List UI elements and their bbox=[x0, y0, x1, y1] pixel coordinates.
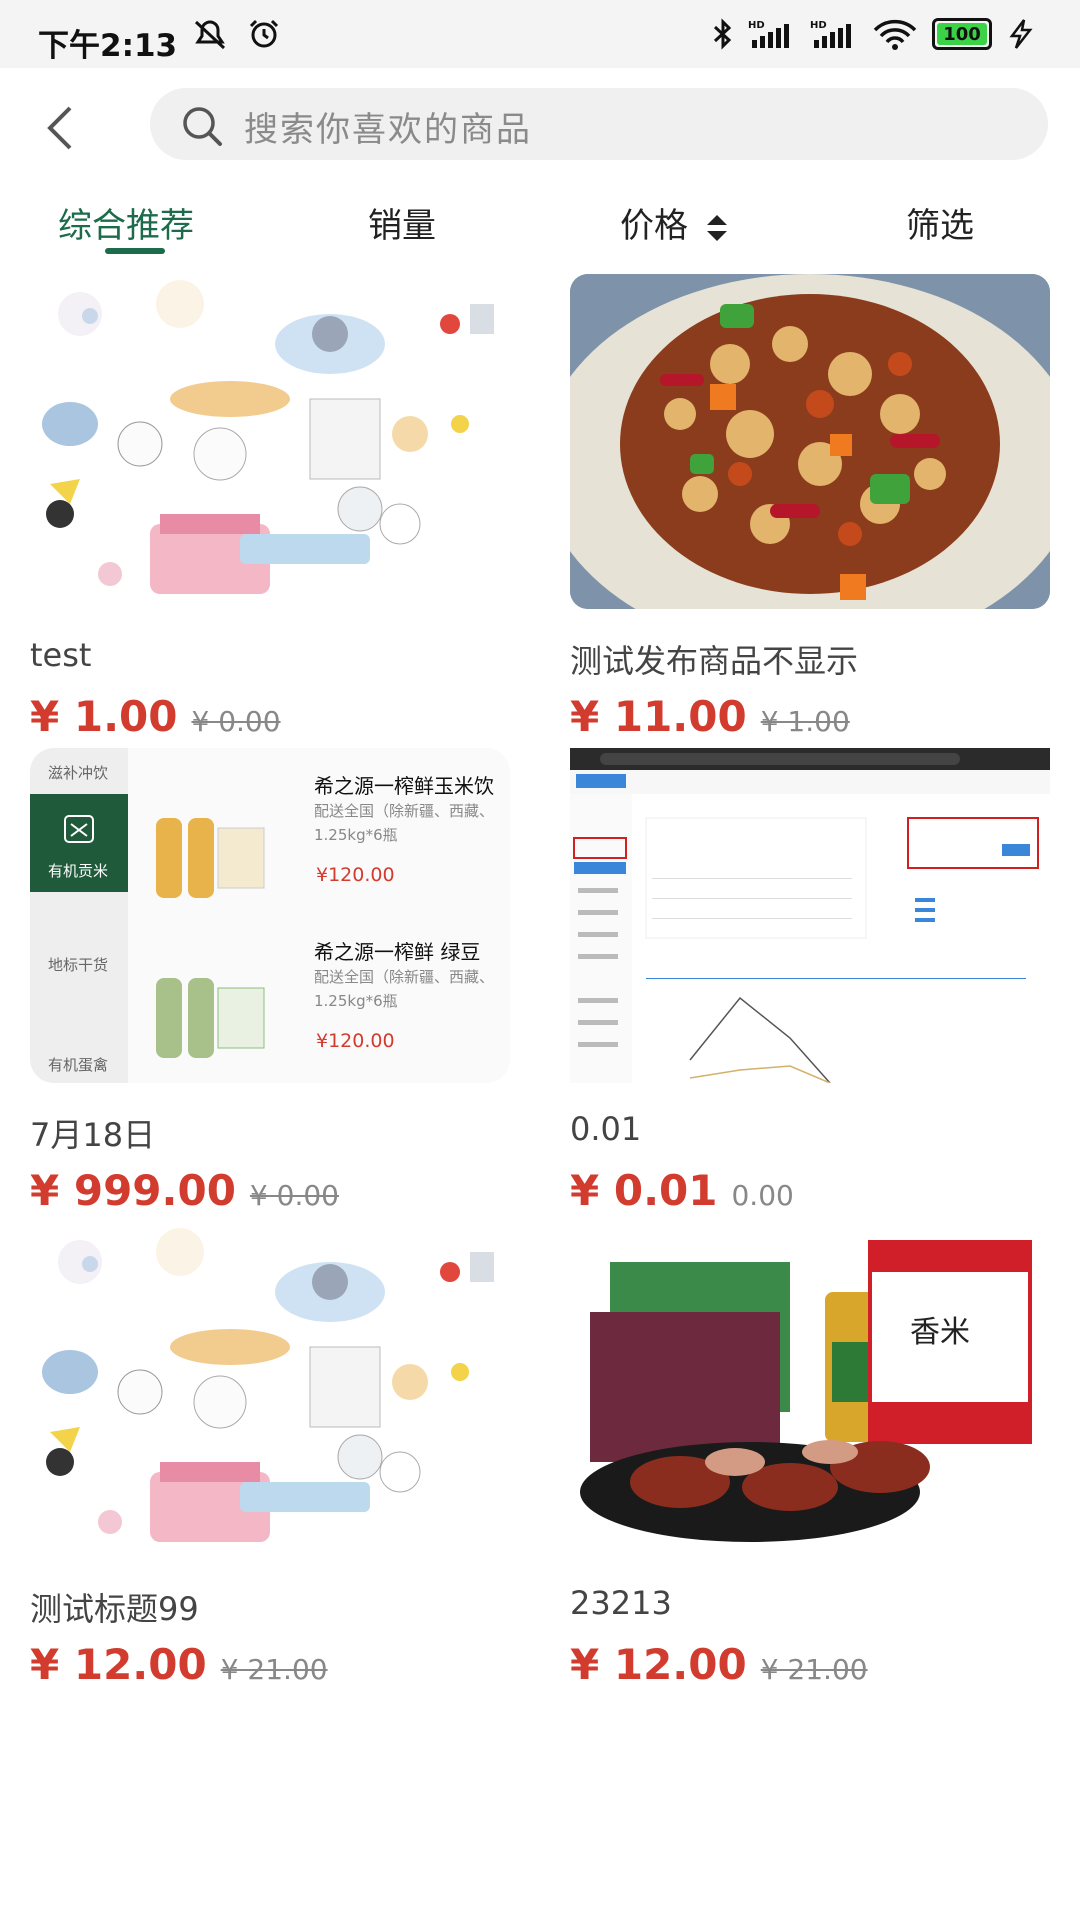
svg-text:HD: HD bbox=[748, 20, 765, 31]
mute-icon bbox=[194, 20, 226, 50]
embedded-item-price: ¥120.00 bbox=[316, 864, 395, 886]
product-price: ¥ 0.01 0.00 bbox=[570, 1166, 794, 1215]
juice-bottles-image bbox=[156, 818, 265, 898]
tab-sales[interactable]: 销量 bbox=[368, 198, 436, 247]
current-price: ¥ 11.00 bbox=[570, 692, 747, 741]
original-price: 0.00 bbox=[731, 1179, 794, 1212]
tab-comprehensive[interactable]: 综合推荐 bbox=[58, 198, 194, 247]
product-image-cartoon bbox=[30, 274, 510, 609]
product-image-juice-list: 滋补冲饮 有机贡米 地标干货 有机蛋禽 希之源一榨鲜玉米饮 配送全国（除新疆、西… bbox=[30, 748, 510, 1083]
sort-bar: 综合推荐 销量 价格 筛选 bbox=[0, 190, 1080, 260]
product-title: 0.01 bbox=[570, 1110, 642, 1148]
svg-text:HD: HD bbox=[810, 20, 827, 31]
product-price: ¥ 12.00 ¥ 21.00 bbox=[570, 1640, 868, 1689]
embedded-item-spec: 1.25kg*6瓶 bbox=[314, 826, 398, 844]
search-input[interactable]: 搜索你喜欢的商品 bbox=[150, 88, 1048, 160]
product-price: ¥ 11.00 ¥ 1.00 bbox=[570, 692, 850, 741]
rice-icon bbox=[64, 815, 94, 843]
embedded-item-desc: 配送全国（除新疆、西藏、 bbox=[314, 802, 495, 820]
embedded-item-price: ¥120.00 bbox=[316, 1030, 395, 1052]
status-icons-left bbox=[190, 18, 282, 50]
original-price: ¥ 1.00 bbox=[760, 705, 850, 738]
product-title: 23213 bbox=[570, 1584, 672, 1622]
status-bar: 下午2:13 HD HD 100 bbox=[0, 0, 1080, 68]
sort-arrows-icon bbox=[706, 214, 727, 241]
current-price: ¥ 999.00 bbox=[30, 1166, 236, 1215]
tab-filter[interactable]: 筛选 bbox=[906, 198, 974, 247]
active-tab-indicator bbox=[105, 248, 165, 254]
product-title: 测试发布商品不显示 bbox=[570, 642, 859, 680]
embedded-category-sidebar: 滋补冲饮 有机贡米 地标干货 有机蛋禽 bbox=[30, 748, 128, 1083]
back-arrow-icon[interactable] bbox=[40, 103, 80, 153]
bluetooth-icon bbox=[713, 18, 732, 50]
original-price: ¥ 21.00 bbox=[220, 1653, 328, 1686]
current-price: ¥ 1.00 bbox=[30, 692, 178, 741]
header: 搜索你喜欢的商品 bbox=[0, 68, 1080, 178]
charging-icon bbox=[1009, 19, 1033, 49]
product-title: 7月18日 bbox=[30, 1116, 156, 1154]
embedded-category: 有机蛋禽 bbox=[48, 1056, 109, 1074]
embedded-item-spec: 1.25kg*6瓶 bbox=[314, 992, 398, 1010]
embedded-item-desc: 配送全国（除新疆、西藏、 bbox=[314, 968, 495, 986]
product-title: test bbox=[30, 636, 92, 674]
battery-icon: 100 bbox=[932, 18, 992, 50]
battery-level: 100 bbox=[943, 23, 981, 45]
product-title: 测试标题99 bbox=[30, 1590, 199, 1628]
product-image-gift-box: 香米 bbox=[570, 1222, 1050, 1557]
embedded-item-name: 希之源一榨鲜玉米饮 bbox=[314, 774, 494, 798]
product-price: ¥ 12.00 ¥ 21.00 bbox=[30, 1640, 328, 1689]
product-price: ¥ 999.00 ¥ 0.00 bbox=[30, 1166, 339, 1215]
green-bean-bottles-image bbox=[156, 978, 265, 1058]
product-image-admin-dashboard bbox=[570, 748, 1050, 1083]
search-placeholder: 搜索你喜欢的商品 bbox=[244, 110, 532, 150]
embedded-category: 地标干货 bbox=[48, 956, 109, 974]
tab-price-label: 价格 bbox=[620, 206, 688, 246]
original-price: ¥ 0.00 bbox=[249, 1179, 339, 1212]
original-price: ¥ 21.00 bbox=[760, 1653, 868, 1686]
wifi-icon bbox=[873, 19, 917, 50]
embedded-category-label: 有机贡米 bbox=[48, 862, 109, 880]
original-price: ¥ 0.00 bbox=[191, 705, 281, 738]
product-image-kung-pao-chicken bbox=[570, 274, 1050, 609]
current-price: ¥ 12.00 bbox=[570, 1640, 747, 1689]
rice-bag-label: 香米 bbox=[910, 1315, 970, 1350]
embedded-category-active: 有机贡米 bbox=[30, 794, 128, 892]
current-price: ¥ 0.01 bbox=[570, 1166, 718, 1215]
tab-price[interactable]: 价格 bbox=[620, 198, 729, 247]
signal-hd-icon: HD bbox=[810, 20, 851, 48]
alarm-icon bbox=[249, 19, 279, 48]
embedded-category: 滋补冲饮 bbox=[48, 764, 109, 782]
status-time: 下午2:13 bbox=[38, 28, 178, 64]
embedded-item-name: 希之源一榨鲜 绿豆 bbox=[314, 940, 481, 964]
current-price: ¥ 12.00 bbox=[30, 1640, 207, 1689]
search-icon bbox=[183, 107, 222, 146]
product-image-cartoon bbox=[30, 1222, 510, 1557]
signal-hd-icon: HD bbox=[748, 20, 789, 48]
status-icons-right: HD HD 100 bbox=[712, 18, 1036, 50]
product-price: ¥ 1.00 ¥ 0.00 bbox=[30, 692, 281, 741]
